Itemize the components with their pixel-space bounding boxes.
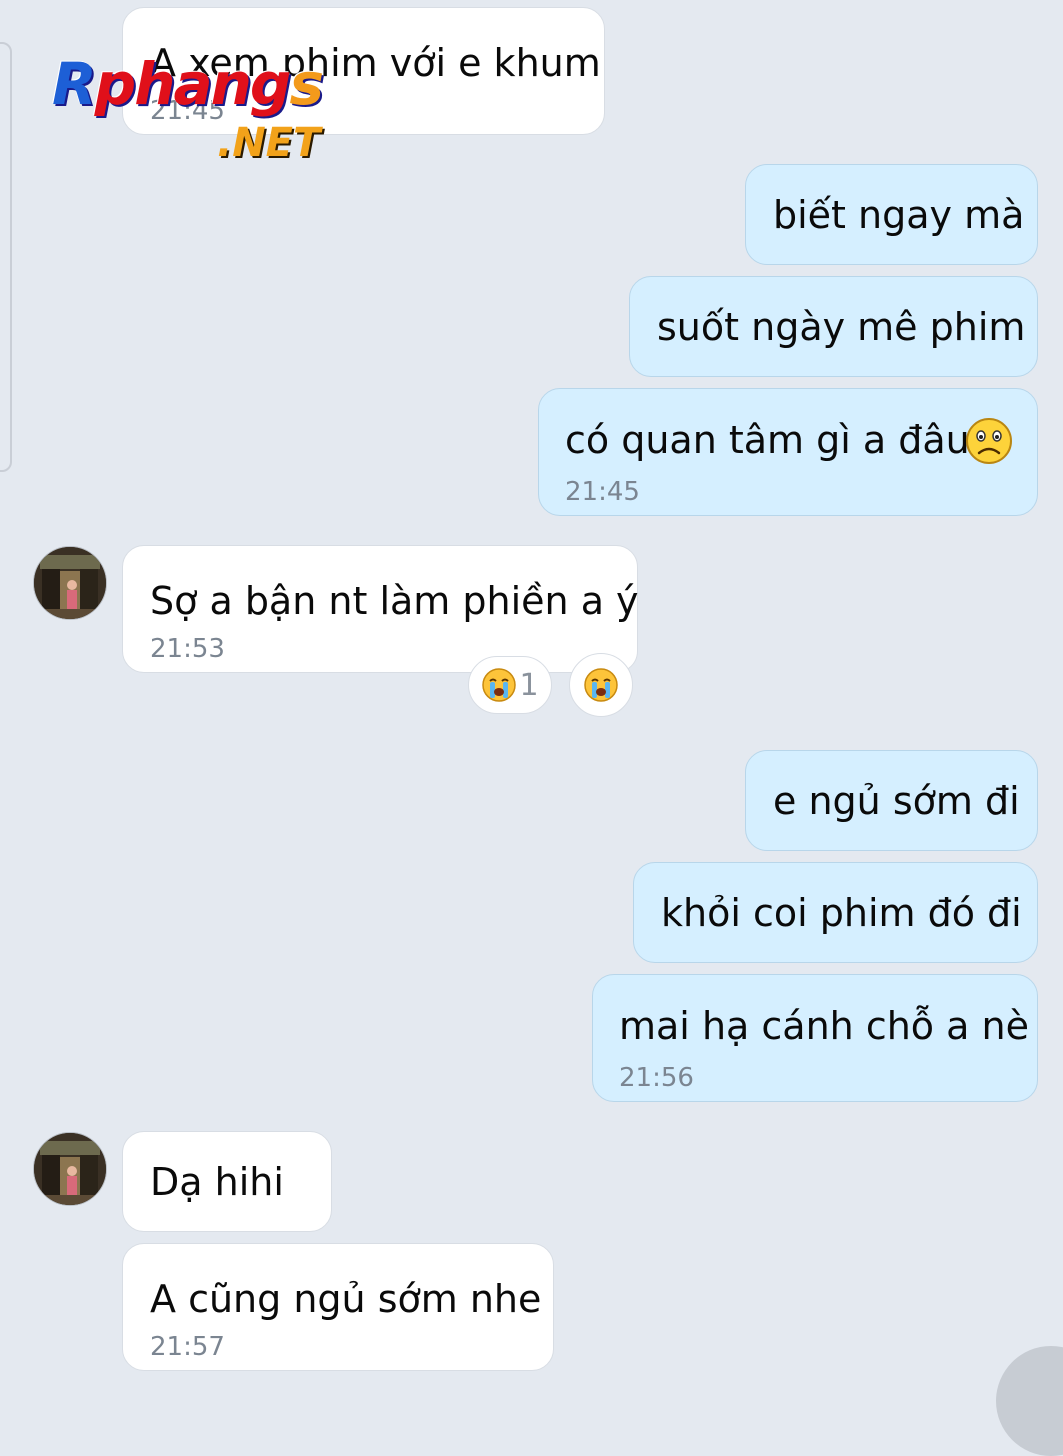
- incoming-message-bubble[interactable]: Sợ a bận nt làm phiền a ý 21:53: [122, 545, 639, 673]
- outgoing-message-bubble[interactable]: mai hạ cánh chỗ a nè 21:56: [592, 974, 1038, 1102]
- crying-face-icon: [482, 668, 517, 702]
- message-timestamp: 21:45: [565, 477, 640, 507]
- message-text: mai hạ cánh chỗ a nè: [619, 1004, 1029, 1048]
- message-text: suốt ngày mê phim: [657, 305, 1026, 349]
- avatar-photo-icon: [34, 547, 106, 619]
- avatar-photo-icon: [34, 1133, 106, 1205]
- outgoing-message-bubble[interactable]: e ngủ sớm đi: [745, 750, 1038, 851]
- message-text: e ngủ sớm đi: [773, 779, 1020, 823]
- contact-avatar[interactable]: [33, 1132, 107, 1206]
- message-text: có quan tâm gì a đâu: [565, 418, 970, 462]
- incoming-message-bubble[interactable]: A xem phim với e khum 21:45: [122, 7, 605, 135]
- message-timestamp: 21:45: [150, 96, 225, 126]
- message-timestamp: 21:57: [150, 1332, 225, 1362]
- outgoing-message-bubble[interactable]: biết ngay mà: [745, 164, 1038, 265]
- message-text: Dạ hihi: [150, 1160, 284, 1204]
- crying-face-icon: [584, 668, 618, 702]
- message-text: Sợ a bận nt làm phiền a ý: [150, 579, 639, 623]
- scroll-down-button[interactable]: [996, 1346, 1063, 1456]
- message-text: khỏi coi phim đó đi: [661, 891, 1022, 935]
- reaction-count: 1: [519, 667, 539, 703]
- message-text: A xem phim với e khum: [150, 41, 601, 85]
- message-text: A cũng ngủ sớm nhe: [150, 1277, 542, 1321]
- collapsed-side-panel[interactable]: [0, 42, 12, 472]
- outgoing-message-bubble[interactable]: khỏi coi phim đó đi: [633, 862, 1038, 963]
- outgoing-message-bubble[interactable]: suốt ngày mê phim: [629, 276, 1038, 377]
- message-timestamp: 21:56: [619, 1063, 694, 1093]
- message-timestamp: 21:53: [150, 634, 225, 664]
- sad-face-icon: [966, 418, 1012, 464]
- message-text: biết ngay mà: [773, 193, 1025, 237]
- outgoing-message-bubble[interactable]: có quan tâm gì a đâu 21:45: [538, 388, 1038, 516]
- contact-avatar[interactable]: [33, 546, 107, 620]
- incoming-message-bubble[interactable]: Dạ hihi: [122, 1131, 332, 1232]
- add-reaction-button[interactable]: [569, 653, 633, 717]
- incoming-message-bubble[interactable]: A cũng ngủ sớm nhe 21:57: [122, 1243, 554, 1371]
- reaction-chip[interactable]: 1: [468, 656, 552, 714]
